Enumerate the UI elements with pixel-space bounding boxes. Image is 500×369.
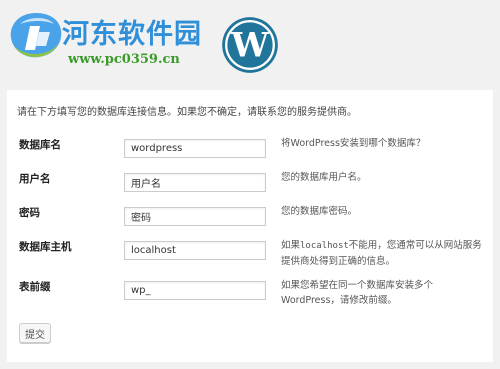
dbhost-hint-code: localhost bbox=[300, 241, 349, 251]
username-hint: 您的数据库用户名。 bbox=[281, 172, 367, 183]
install-page: 河东软件园 www.pc0359.cn W 请在下方填写您的数据库连接信息。如果… bbox=[0, 0, 500, 369]
dbname-hint: 将WordPress安装到哪个数据库？ bbox=[281, 138, 426, 149]
form-intro: 请在下方填写您的数据库连接信息。如果您不确定，请联系您的服务提供商。 bbox=[17, 107, 357, 118]
db-config-form: 请在下方填写您的数据库连接信息。如果您不确定，请联系您的服务提供商。 数据库名 … bbox=[7, 90, 493, 362]
prefix-label: 表前缀 bbox=[19, 281, 51, 293]
prefix-input[interactable] bbox=[124, 281, 266, 300]
password-hint: 您的数据库密码。 bbox=[281, 206, 358, 217]
site-watermark: 河东软件园 www.pc0359.cn bbox=[4, 6, 214, 74]
prefix-hint: 如果您希望在同一个数据库安装多个WordPress，请修改前缀。 bbox=[281, 280, 434, 306]
dbname-input[interactable] bbox=[124, 139, 266, 158]
watermark-logo-icon bbox=[10, 13, 62, 58]
dbhost-hint-pre: 如果 bbox=[281, 240, 301, 251]
watermark-title: 河东软件园 bbox=[62, 19, 202, 50]
wordpress-logo-icon: W bbox=[222, 17, 278, 73]
password-label: 密码 bbox=[19, 207, 40, 219]
svg-text:W: W bbox=[230, 25, 270, 65]
dbhost-label: 数据库主机 bbox=[19, 241, 72, 253]
watermark-url: www.pc0359.cn bbox=[68, 52, 180, 67]
submit-button[interactable]: 提交 bbox=[19, 323, 51, 343]
password-input[interactable] bbox=[124, 207, 266, 226]
dbhost-hint: 如果localhost不能用，您通常可以从网站服务提供商处得到正确的信息。 bbox=[281, 238, 486, 269]
dbname-label: 数据库名 bbox=[19, 139, 61, 151]
dbhost-input[interactable] bbox=[124, 241, 266, 260]
username-input[interactable] bbox=[124, 173, 266, 192]
username-label: 用户名 bbox=[19, 173, 51, 185]
